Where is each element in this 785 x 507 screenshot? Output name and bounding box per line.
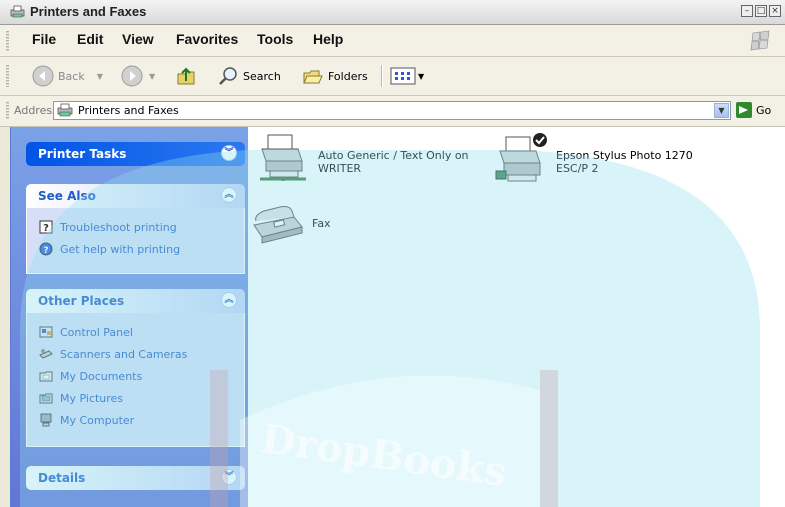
back-button[interactable]: Back ▼ (32, 64, 103, 88)
go-arrow-icon[interactable] (736, 102, 752, 118)
up-folder-icon (177, 67, 195, 85)
other-places-header[interactable]: Other Places ︽ (26, 289, 245, 313)
printer-name: Auto Generic / Text Only on WRITER (318, 149, 469, 175)
troubleshoot-printing-link[interactable]: ? Troubleshoot printing (38, 218, 177, 236)
menu-view[interactable]: View (122, 31, 154, 47)
toolbar-grip[interactable] (6, 31, 9, 51)
printer-item-epson[interactable]: Epson Stylus Photo 1270 ESC/P 2 (494, 131, 716, 185)
printer-tasks-title: Printer Tasks (38, 147, 127, 161)
network-printer-icon (260, 134, 306, 181)
address-label: Address (14, 104, 58, 117)
printer-folder-icon (10, 5, 25, 18)
collapse-chevron-icon[interactable]: ︽ (221, 187, 237, 203)
computer-icon (38, 412, 54, 428)
address-dropdown-button[interactable]: ▼ (714, 103, 729, 118)
my-documents-label: My Documents (60, 369, 143, 383)
control-panel-link[interactable]: Control Panel (38, 323, 133, 341)
search-button[interactable]: Search (217, 64, 281, 88)
other-places-title: Other Places (38, 294, 125, 308)
explorer-window: Printers and Faxes – □ × File Edit View … (0, 0, 785, 507)
views-grid-icon (390, 67, 416, 85)
documents-folder-icon (38, 368, 54, 384)
collapse-chevron-icon[interactable]: ︽ (221, 292, 237, 308)
help-globe-icon: ? (38, 241, 54, 257)
expand-chevron-icon[interactable]: ︾ (221, 145, 237, 161)
menu-edit[interactable]: Edit (77, 31, 103, 47)
details-title: Details (38, 471, 86, 485)
go-button[interactable]: Go (756, 104, 771, 117)
forward-dropdown-icon[interactable]: ▼ (149, 72, 155, 81)
menu-bar: File Edit View Favorites Tools Help (0, 25, 785, 57)
printer-folder-icon (57, 103, 73, 117)
scanners-cameras-link[interactable]: Scanners and Cameras (38, 345, 187, 363)
details-header[interactable]: Details ︾ (26, 466, 245, 490)
menu-tools[interactable]: Tools (257, 31, 293, 47)
forward-button[interactable]: ▼ (121, 64, 155, 88)
get-help-printing-link[interactable]: ? Get help with printing (38, 240, 180, 258)
back-dropdown-icon[interactable]: ▼ (97, 72, 103, 81)
control-panel-icon (38, 324, 54, 340)
toolbar-grip[interactable] (6, 102, 9, 120)
toolbar-grip[interactable] (6, 65, 9, 87)
my-pictures-label: My Pictures (60, 391, 124, 405)
toolbar-separator (381, 65, 383, 87)
expand-chevron-icon[interactable]: ︾ (221, 469, 237, 485)
menu-help[interactable]: Help (313, 31, 343, 47)
views-button[interactable]: ▼ (390, 64, 424, 88)
my-computer-link[interactable]: My Computer (38, 411, 134, 429)
see-also-title: See Also (38, 189, 96, 203)
my-documents-link[interactable]: My Documents (38, 367, 142, 385)
search-label: Search (243, 69, 281, 83)
my-computer-label: My Computer (60, 413, 135, 427)
svg-text:?: ? (43, 223, 49, 234)
close-button[interactable]: × (769, 5, 781, 17)
task-pane: Printer Tasks ︾ See Also ︽ ? Troubleshoo… (10, 127, 248, 507)
title-bar[interactable]: Printers and Faxes – □ × (0, 0, 785, 25)
minimize-button[interactable]: – (741, 5, 753, 17)
window-title: Printers and Faxes (30, 4, 147, 19)
windows-logo-icon (750, 30, 770, 51)
troubleshoot-printing-label: Troubleshoot printing (60, 220, 177, 234)
svg-text:?: ? (43, 246, 48, 256)
search-icon (219, 67, 237, 85)
fax-icon (253, 206, 303, 244)
folders-button[interactable]: Folders (302, 64, 368, 88)
default-printer-icon (495, 133, 547, 182)
printer-item-auto-generic[interactable]: Auto Generic / Text Only on WRITER (256, 131, 478, 185)
maximize-button[interactable]: □ (755, 5, 767, 17)
printer-tasks-header[interactable]: Printer Tasks ︾ (26, 142, 245, 166)
pictures-folder-icon (38, 390, 54, 406)
see-also-header[interactable]: See Also ︽ (26, 184, 245, 208)
other-places-panel: Control Panel Scanners and Cameras My Do… (26, 313, 245, 447)
printer-name: Epson Stylus Photo 1270 ESC/P 2 (556, 149, 693, 175)
scanners-cameras-label: Scanners and Cameras (60, 347, 188, 361)
standard-toolbar: Back ▼ ▼ Search Folders ▼ (0, 57, 785, 96)
back-label: Back (58, 69, 85, 83)
up-folder-button[interactable] (175, 64, 197, 88)
folders-label: Folders (328, 69, 368, 83)
control-panel-label: Control Panel (60, 325, 133, 339)
fax-item[interactable]: Fax (250, 199, 472, 253)
views-dropdown-icon[interactable]: ▼ (418, 72, 424, 81)
forward-arrow-icon (121, 65, 143, 87)
menu-favorites[interactable]: Favorites (176, 31, 238, 47)
fax-name: Fax (312, 217, 331, 230)
help-icon: ? (38, 219, 54, 235)
menu-file[interactable]: File (32, 31, 56, 47)
address-value: Printers and Faxes (78, 104, 179, 117)
scanner-icon (38, 346, 54, 362)
folders-icon (303, 70, 323, 84)
back-arrow-icon (32, 65, 54, 87)
file-view: Auto Generic / Text Only on WRITER Epson… (248, 127, 785, 507)
address-field[interactable]: Printers and Faxes ▼ (53, 101, 731, 120)
my-pictures-link[interactable]: My Pictures (38, 389, 123, 407)
get-help-printing-label: Get help with printing (60, 242, 181, 256)
address-bar: Address Printers and Faxes ▼ Go (0, 96, 785, 127)
see-also-panel: ? Troubleshoot printing ? Get help with … (26, 208, 245, 274)
